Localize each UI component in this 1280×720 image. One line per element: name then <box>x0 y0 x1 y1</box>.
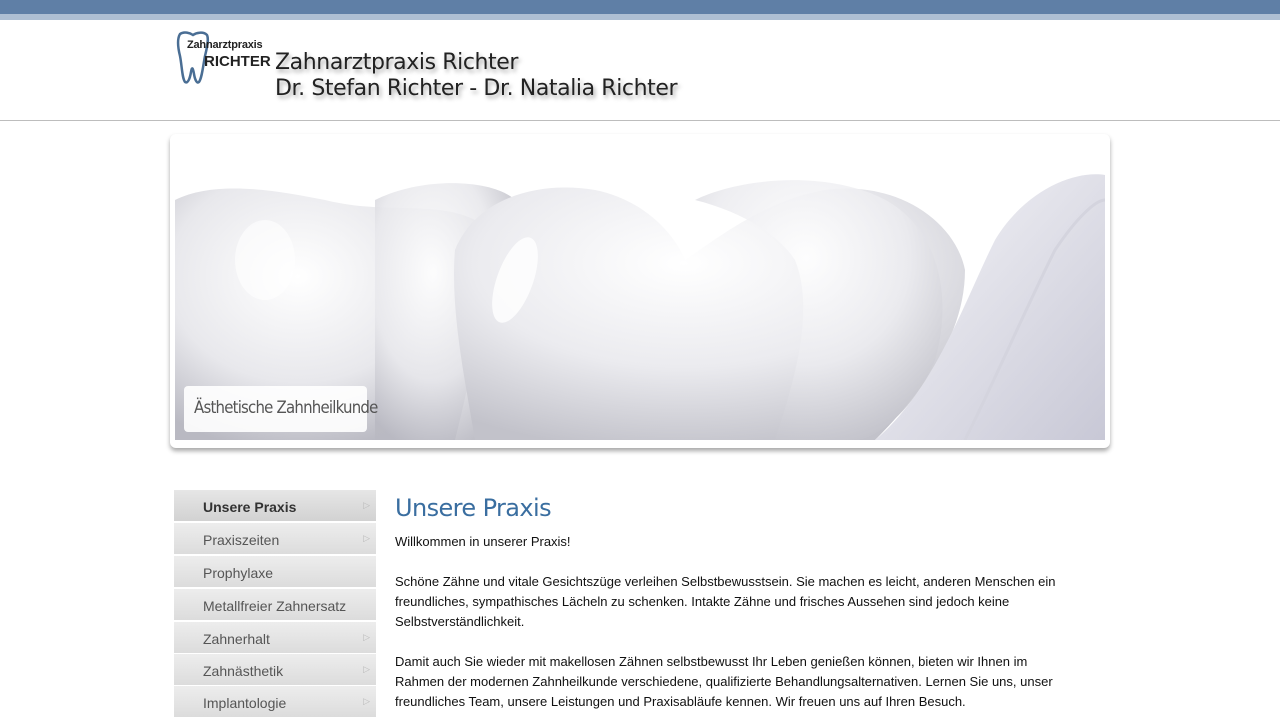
main-content: Unsere Praxis Willkommen in unserer Prax… <box>395 490 1065 709</box>
sidebar-item-zahnerhalt[interactable]: Zahnerhalt ▷ <box>174 622 376 654</box>
sidebar-nav: Unsere Praxis ▷ Praxiszeiten ▷ Prophylax… <box>174 490 376 720</box>
sidebar-item-label: Praxiszeiten <box>203 532 280 548</box>
sidebar-item-label: Zahnästhetik <box>203 663 284 679</box>
top-bar <box>0 0 1280 14</box>
triangle-right-icon: ▷ <box>363 664 370 674</box>
site-title-line1: Zahnarztpraxis Richter <box>275 50 519 75</box>
triangle-right-icon: ▷ <box>363 533 370 543</box>
site-title: Zahnarztpraxis Richter Dr. Stefan Richte… <box>275 50 678 102</box>
welcome-text: Willkommen in unserer Praxis! <box>395 534 571 549</box>
triangle-right-icon: ▷ <box>363 632 370 642</box>
treatment-paragraph: Damit auch Sie wieder mit makellosen Zäh… <box>395 654 1053 709</box>
logo-line1: Zahnarztpraxis <box>187 39 263 51</box>
banner-caption-text: Ästhetische Zahnheilkunde <box>194 398 378 418</box>
sidebar-item-label: Zahnerhalt <box>203 631 270 647</box>
sidebar-item-label: Unsere Praxis <box>203 499 297 515</box>
practice-logo[interactable]: Zahnarztpraxis RICHTER <box>176 30 272 86</box>
sidebar-item-label: Metallfreier Zahnersatz <box>203 598 347 614</box>
sidebar-item-prophylaxe[interactable]: Prophylaxe <box>174 556 376 588</box>
logo-line2: RICHTER <box>204 53 271 70</box>
triangle-right-icon: ▷ <box>363 696 370 706</box>
banner-caption: Ästhetische Zahnheilkunde <box>184 386 378 432</box>
sidebar-item-label: Prophylaxe <box>203 565 274 581</box>
triangle-right-icon: ▷ <box>363 500 370 510</box>
page-title: Unsere Praxis <box>395 494 552 522</box>
sidebar-item-metallfreier-zahnersatz[interactable]: Metallfreier Zahnersatz <box>174 589 376 621</box>
sidebar-item-label: Implantologie <box>203 695 287 711</box>
intro-paragraph: Schöne Zähne und vitale Gesichtszüge ver… <box>395 574 1056 629</box>
sidebar-item-unsere-praxis[interactable]: Unsere Praxis ▷ <box>174 490 376 522</box>
sidebar-item-implantologie[interactable]: Implantologie ▷ <box>174 686 376 718</box>
sidebar-item-zahnaesthetik[interactable]: Zahnästhetik ▷ <box>174 654 376 686</box>
header-divider <box>0 120 1280 121</box>
sidebar-item-praxiszeiten[interactable]: Praxiszeiten ▷ <box>174 523 376 555</box>
site-title-line2: Dr. Stefan Richter - Dr. Natalia Richter <box>275 76 678 101</box>
